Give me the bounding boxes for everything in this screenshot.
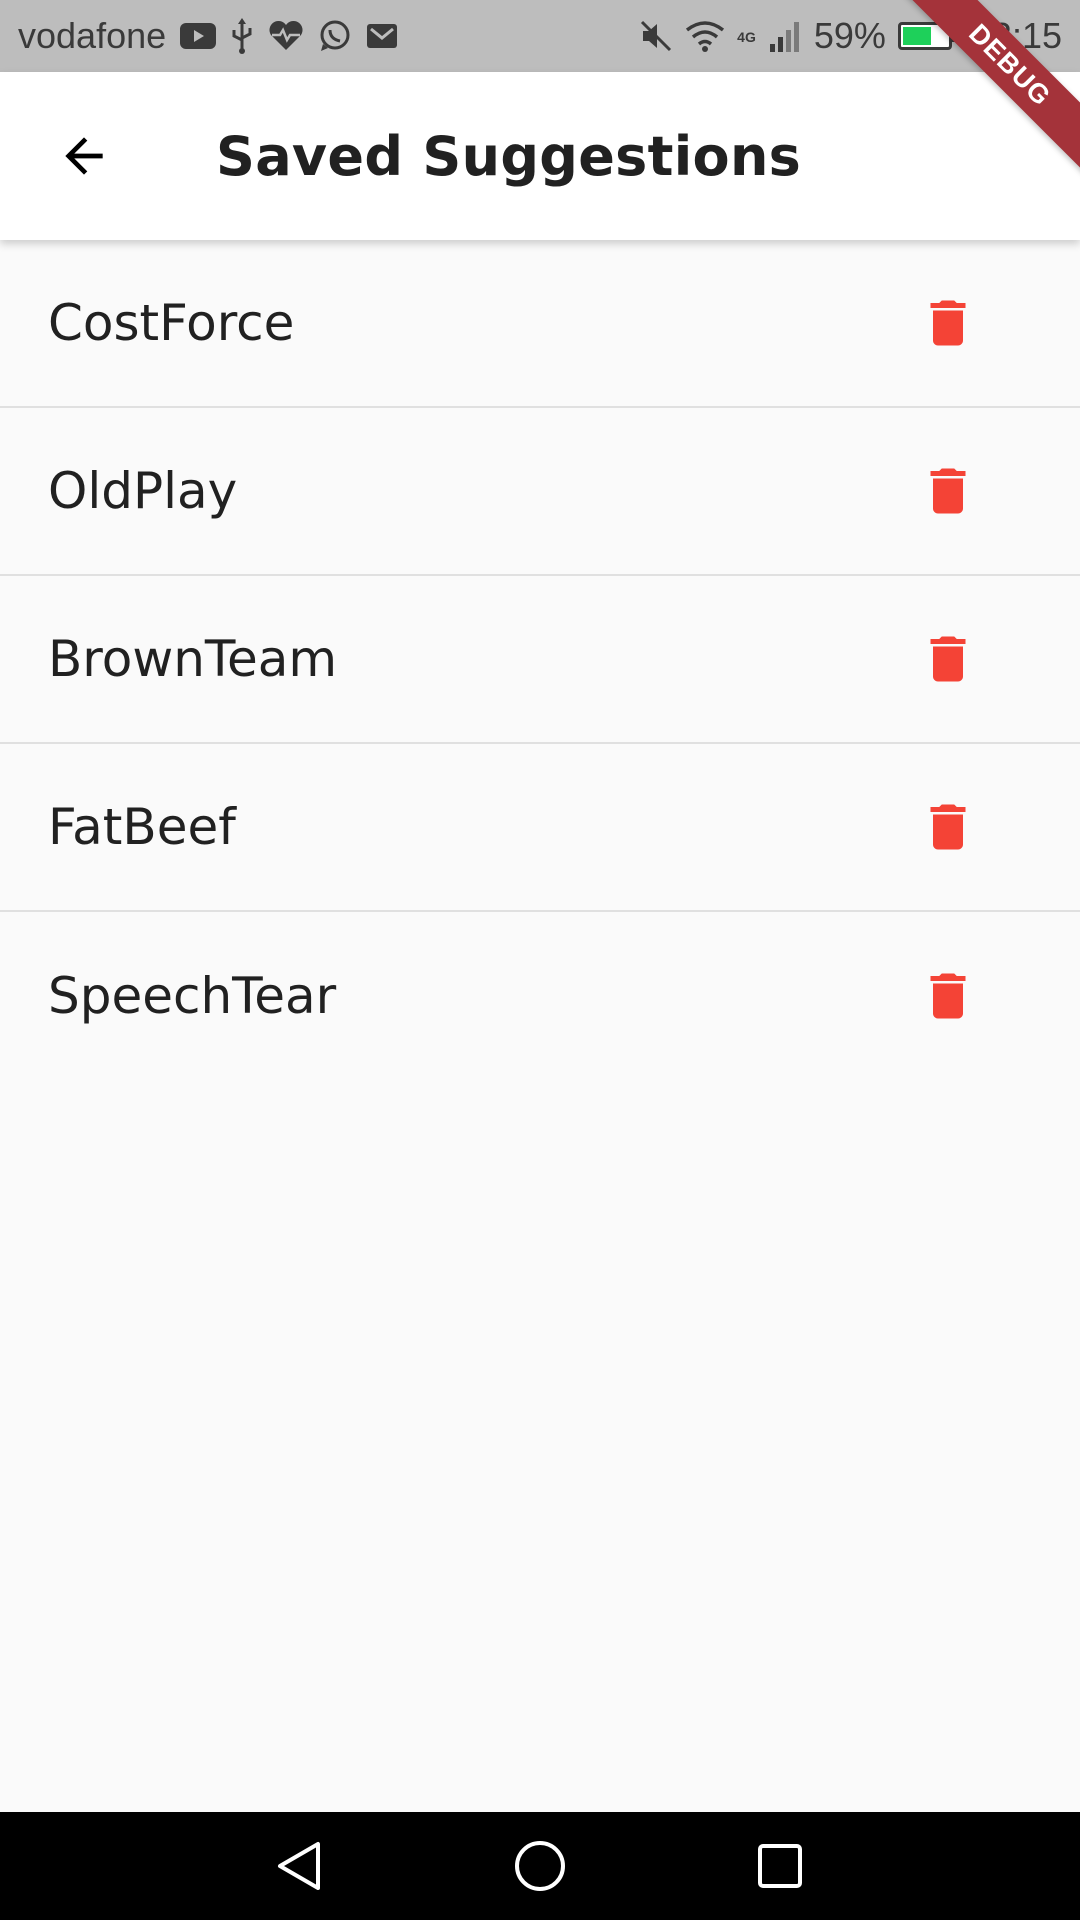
list-item-label: CostForce [48, 294, 295, 352]
nav-recents-button[interactable] [735, 1821, 825, 1911]
back-button[interactable] [24, 96, 144, 216]
gmail-icon [366, 23, 398, 49]
page-title: Saved Suggestions [216, 124, 802, 188]
delete-icon [930, 300, 966, 346]
network-type: 4G [737, 29, 756, 45]
list-item-label: OldPlay [48, 462, 238, 520]
delete-button[interactable] [900, 611, 996, 707]
back-triangle-icon [278, 1842, 320, 1890]
delete-icon [930, 636, 966, 682]
delete-button[interactable] [900, 948, 996, 1044]
list-item-label: SpeechTear [48, 967, 337, 1025]
delete-icon [930, 973, 966, 1019]
signal-icon [768, 20, 802, 52]
clock: 23:15 [971, 15, 1062, 56]
recents-square-icon [758, 1844, 802, 1888]
youtube-icon [180, 23, 217, 49]
usb-icon [230, 18, 254, 54]
suggestions-list: CostForce OldPlay BrownTeam FatBeef Spee… [0, 240, 1080, 1080]
carrier-label: vodafone [18, 15, 167, 56]
list-item[interactable]: FatBeef [0, 744, 1080, 912]
battery-fill [902, 27, 932, 45]
list-item[interactable]: CostForce [0, 240, 1080, 408]
list-item[interactable]: OldPlay [0, 408, 1080, 576]
nav-home-button[interactable] [495, 1821, 585, 1911]
health-icon [268, 20, 304, 52]
delete-button[interactable] [900, 779, 996, 875]
list-item[interactable]: SpeechTear [0, 912, 1080, 1080]
status-right: 4G 59% 23:15 [639, 15, 1062, 57]
list-item-label: BrownTeam [48, 630, 338, 688]
mute-icon [639, 19, 673, 53]
whatsapp-icon [318, 19, 352, 53]
delete-icon [930, 468, 966, 514]
list-item-label: FatBeef [48, 798, 236, 856]
app-bar: Saved Suggestions [0, 72, 1080, 240]
status-bar: vodafone 4G 59% 23:15 [0, 0, 1080, 72]
nav-bar [0, 1812, 1080, 1920]
delete-icon [930, 804, 966, 850]
delete-button[interactable] [900, 275, 996, 371]
battery-icon [897, 22, 957, 50]
list-item[interactable]: BrownTeam [0, 576, 1080, 744]
delete-button[interactable] [900, 443, 996, 539]
arrow-back-icon [65, 137, 103, 175]
nav-back-button[interactable] [255, 1821, 345, 1911]
home-circle-icon [515, 1841, 565, 1891]
status-left: vodafone [18, 15, 398, 57]
battery-percent: 59% [813, 15, 886, 56]
wifi-icon [685, 20, 725, 52]
